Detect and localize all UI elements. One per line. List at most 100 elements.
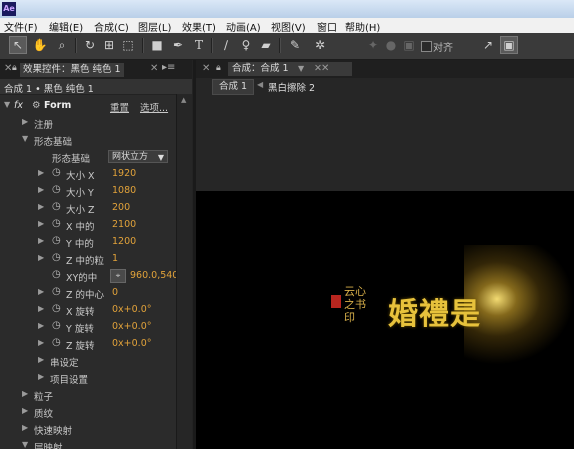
- chevron-left-icon[interactable]: ◀: [257, 80, 263, 89]
- center-z-value[interactable]: 1: [112, 253, 118, 264]
- property-group-string-settings[interactable]: ▶ 串设定: [0, 353, 176, 370]
- base-form-dropdown[interactable]: 网状立方 ▼: [108, 150, 168, 163]
- expand-triangle-icon[interactable]: ▼: [22, 440, 28, 449]
- stopwatch-icon[interactable]: ◷: [52, 320, 61, 331]
- crosshair-icon[interactable]: ⌖: [110, 269, 126, 283]
- stopwatch-icon[interactable]: ◷: [52, 286, 61, 297]
- composition-tab[interactable]: 合成：合成 1 ▼ ✕: [228, 62, 352, 76]
- axis-mode-icon[interactable]: ✦: [365, 37, 381, 53]
- stopwatch-icon[interactable]: ◷: [52, 184, 61, 195]
- stopwatch-icon[interactable]: ◷: [52, 218, 61, 229]
- property-y-rotation[interactable]: ▶ ◷ Y 旋转 0x+0.0°: [0, 319, 176, 336]
- y-rotation-value[interactable]: 0x+0.0°: [112, 321, 151, 332]
- effect-controls-tab[interactable]: 效果控件：黑色 纯色 1: [20, 63, 124, 77]
- menu-view[interactable]: 视图(V): [271, 19, 306, 34]
- collapse-triangle-icon[interactable]: ▶: [38, 338, 44, 347]
- property-size-x[interactable]: ▶ ◷ 大小 X 1920: [0, 166, 176, 183]
- xy-center-value[interactable]: 960.0,540: [130, 270, 178, 281]
- select-arrow-icon[interactable]: ↖: [9, 36, 27, 54]
- menu-edit[interactable]: 编辑(E): [49, 19, 83, 34]
- x-rotation-value[interactable]: 0x+0.0°: [112, 304, 151, 315]
- lock-icon[interactable]: 🔒︎: [12, 63, 17, 73]
- center-y-value[interactable]: 1200: [112, 236, 136, 247]
- panel-close-icon[interactable]: ✕: [321, 63, 329, 74]
- stopwatch-icon[interactable]: ◷: [52, 201, 61, 212]
- lock-icon[interactable]: 🔒︎: [216, 63, 221, 73]
- fx-icon[interactable]: fx: [14, 100, 23, 111]
- property-size-y[interactable]: ▶ ◷ 大小 Y 1080: [0, 183, 176, 200]
- eraser-icon[interactable]: ▰: [258, 37, 274, 53]
- collapse-triangle-icon[interactable]: ▶: [38, 219, 44, 228]
- panel-menu-icon[interactable]: ▸≡: [162, 62, 175, 73]
- collapse-triangle-icon[interactable]: ▶: [38, 185, 44, 194]
- property-x-rotation[interactable]: ▶ ◷ X 旋转 0x+0.0°: [0, 302, 176, 319]
- collapse-triangle-icon[interactable]: ▶: [38, 321, 44, 330]
- reset-link[interactable]: 重置: [110, 100, 129, 114]
- size-y-value[interactable]: 1080: [112, 185, 136, 196]
- menu-layer[interactable]: 图层(L): [138, 19, 171, 34]
- collapse-triangle-icon[interactable]: ▶: [38, 202, 44, 211]
- brush-icon[interactable]: ∕: [218, 37, 234, 53]
- comp-breadcrumb-button[interactable]: 合成 1: [212, 79, 255, 95]
- menu-window[interactable]: 窗口: [317, 19, 337, 34]
- collapse-triangle-icon[interactable]: ▶: [22, 389, 28, 398]
- menu-help[interactable]: 帮助(H): [345, 19, 380, 34]
- size-z-value[interactable]: 200: [112, 202, 130, 213]
- maximize-frame-icon[interactable]: ▣: [500, 36, 518, 54]
- stopwatch-icon[interactable]: ◷: [52, 269, 61, 280]
- workspace-arrow-icon[interactable]: ↗: [480, 37, 496, 53]
- stopwatch-icon[interactable]: ◷: [52, 303, 61, 314]
- collapse-triangle-icon[interactable]: ▶: [38, 287, 44, 296]
- collapse-triangle-icon[interactable]: ▶: [22, 406, 28, 415]
- property-size-z[interactable]: ▶ ◷ 大小 Z 200: [0, 200, 176, 217]
- hand-icon[interactable]: ✋: [32, 37, 48, 53]
- z-center-value[interactable]: 0: [112, 287, 118, 298]
- property-center-x[interactable]: ▶ ◷ X 中的 2100: [0, 217, 176, 234]
- options-link[interactable]: 选项...: [140, 100, 168, 114]
- menu-effect[interactable]: 效果(T): [182, 19, 216, 34]
- collapse-triangle-icon[interactable]: ▶: [22, 117, 28, 126]
- rectangle-mask-icon[interactable]: ■: [149, 37, 165, 53]
- property-z-center[interactable]: ▶ ◷ Z 的中心 0: [0, 285, 176, 302]
- z-rotation-value[interactable]: 0x+0.0°: [112, 338, 151, 349]
- puppet-pin-icon[interactable]: ✲: [312, 37, 328, 53]
- property-z-rotation[interactable]: ▶ ◷ Z 旋转 0x+0.0°: [0, 336, 176, 353]
- collapse-triangle-icon[interactable]: ▶: [38, 355, 44, 364]
- panel-close-icon[interactable]: ✕: [202, 63, 210, 74]
- clone-stamp-icon[interactable]: ♀: [238, 37, 254, 53]
- pen-icon[interactable]: ✒: [170, 37, 186, 53]
- pan-behind-icon[interactable]: ⬚: [120, 37, 136, 53]
- property-center-y[interactable]: ▶ ◷ Y 中的 1200: [0, 234, 176, 251]
- collapse-triangle-icon[interactable]: ▶: [38, 236, 44, 245]
- chevron-down-icon[interactable]: ▼: [298, 62, 304, 76]
- composition-viewer[interactable]: 云心之书印 婚禮是: [196, 191, 574, 449]
- collapse-triangle-icon[interactable]: ▶: [38, 168, 44, 177]
- stopwatch-icon[interactable]: ◷: [52, 337, 61, 348]
- property-group-project-settings[interactable]: ▶ 项目设置: [0, 370, 176, 387]
- property-group-particles[interactable]: ▶ 粒子: [0, 387, 176, 404]
- expand-triangle-icon[interactable]: ▼: [4, 100, 10, 109]
- stopwatch-icon[interactable]: ◷: [52, 235, 61, 246]
- rotate-icon[interactable]: ↻: [82, 37, 98, 53]
- size-x-value[interactable]: 1920: [112, 168, 136, 179]
- collapse-triangle-icon[interactable]: ▶: [38, 372, 44, 381]
- effect-header-row[interactable]: ▼ fx ⚙ Form 重置 选项...: [0, 98, 176, 115]
- center-x-value[interactable]: 2100: [112, 219, 136, 230]
- scroll-up-icon[interactable]: ▲: [181, 96, 186, 104]
- property-group-base-form[interactable]: ▼ 形态基础: [0, 132, 176, 149]
- panel-close-icon[interactable]: ✕: [150, 63, 158, 74]
- property-group-register[interactable]: ▶ 注册: [0, 115, 176, 132]
- property-center-z[interactable]: ▶ ◷ Z 中的粒 1: [0, 251, 176, 268]
- property-group-layer-map[interactable]: ▼ 层映射: [0, 438, 176, 449]
- type-icon[interactable]: T: [191, 37, 207, 53]
- property-xy-center[interactable]: ◷ XY的中 ⌖ 960.0,540: [0, 268, 178, 285]
- menu-animation[interactable]: 动画(A): [226, 19, 261, 34]
- stopwatch-icon[interactable]: ◷: [52, 252, 61, 263]
- menu-composition[interactable]: 合成(C): [94, 19, 129, 34]
- expand-triangle-icon[interactable]: ▼: [22, 134, 28, 143]
- stopwatch-icon[interactable]: ◷: [52, 167, 61, 178]
- axis-dot-icon[interactable]: ●: [383, 37, 399, 53]
- collapse-triangle-icon[interactable]: ▶: [22, 423, 28, 432]
- menu-file[interactable]: 文件(F): [4, 19, 38, 34]
- collapse-triangle-icon[interactable]: ▶: [38, 304, 44, 313]
